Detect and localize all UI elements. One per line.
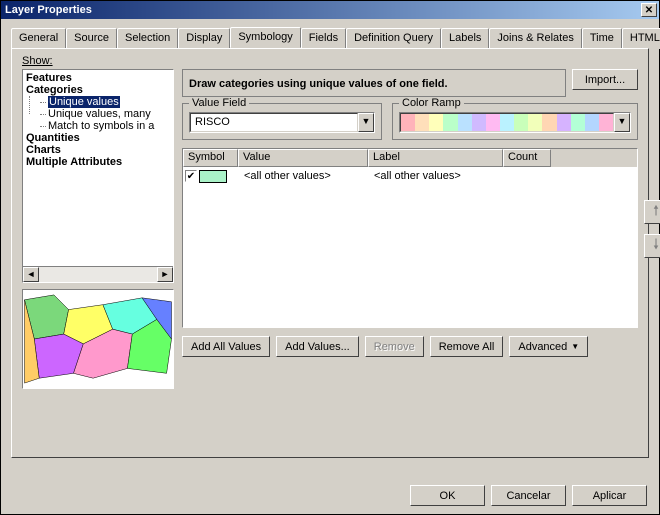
move-up-button[interactable]: 🠕 [644, 200, 660, 224]
tab-fields[interactable]: Fields [301, 28, 346, 49]
remove-button: Remove [365, 336, 424, 357]
description-text: Draw categories using unique values of o… [189, 78, 448, 90]
tab-joins-relates[interactable]: Joins & Relates [489, 28, 581, 49]
color-ramp-group: Color Ramp ▼ [392, 103, 638, 140]
add-all-values-button[interactable]: Add All Values [182, 336, 270, 357]
value-field-dropdown[interactable]: RISCO ▼ [189, 112, 375, 133]
cancel-button[interactable]: Cancelar [491, 485, 566, 506]
tab-definition-query[interactable]: Definition Query [346, 28, 441, 49]
row-symbol-swatch[interactable] [199, 170, 227, 183]
tab-symbology[interactable]: Symbology [230, 27, 300, 48]
window-title: Layer Properties [5, 4, 92, 16]
value-field-group: Value Field RISCO ▼ [182, 103, 382, 140]
show-list-hscroll[interactable]: ◄ ► [23, 266, 173, 282]
chevron-down-icon: ▼ [571, 342, 579, 351]
description-box: Draw categories using unique values of o… [182, 69, 566, 97]
show-match-symbols[interactable]: Match to symbols in a [37, 120, 173, 132]
scroll-left[interactable]: ◄ [23, 267, 39, 282]
tab-strip: General Source Selection Display Symbolo… [11, 27, 649, 49]
show-categories[interactable]: Categories [23, 84, 173, 96]
show-quantities[interactable]: Quantities [23, 132, 173, 144]
grid-row[interactable]: ✔ <all other values> <all other values> [183, 167, 637, 185]
scroll-right[interactable]: ► [157, 267, 173, 282]
color-ramp-legend: Color Ramp [399, 97, 464, 109]
remove-all-button[interactable]: Remove All [430, 336, 504, 357]
color-ramp-caret[interactable]: ▼ [614, 113, 630, 132]
show-charts[interactable]: Charts [23, 144, 173, 156]
symbology-panel: Show: Features Categories Unique values … [11, 48, 649, 458]
show-features[interactable]: Features [23, 72, 173, 84]
row-label[interactable]: <all other values> [370, 170, 505, 182]
show-multiple-attributes[interactable]: Multiple Attributes [23, 156, 173, 168]
color-ramp-preview [400, 113, 614, 132]
value-field-caret[interactable]: ▼ [358, 113, 374, 132]
row-value[interactable]: <all other values> [240, 170, 370, 182]
ok-button[interactable]: OK [410, 485, 485, 506]
tab-source[interactable]: Source [66, 28, 117, 49]
tab-selection[interactable]: Selection [117, 28, 178, 49]
tab-html-popup[interactable]: HTML Popup [622, 28, 660, 49]
value-field-legend: Value Field [189, 97, 249, 109]
layer-properties-window: Layer Properties ✕ General Source Select… [0, 0, 660, 515]
close-button[interactable]: ✕ [641, 3, 657, 17]
advanced-button[interactable]: Advanced ▼ [509, 336, 588, 357]
show-label: Show: [22, 55, 638, 67]
move-down-button[interactable]: 🠗 [644, 234, 660, 258]
value-field-value: RISCO [190, 113, 358, 132]
categories-grid[interactable]: Symbol Value Label Count ✔ <all oth [182, 148, 638, 328]
add-values-button[interactable]: Add Values... [276, 336, 359, 357]
grid-header-symbol[interactable]: Symbol [183, 149, 238, 167]
grid-header-label[interactable]: Label [368, 149, 503, 167]
tab-labels[interactable]: Labels [441, 28, 489, 49]
tab-time[interactable]: Time [582, 28, 622, 49]
grid-header-value[interactable]: Value [238, 149, 368, 167]
tab-display[interactable]: Display [178, 28, 230, 49]
show-list[interactable]: Features Categories Unique values Unique… [22, 69, 174, 283]
row-checkbox[interactable]: ✔ [185, 170, 197, 182]
tab-general[interactable]: General [11, 28, 66, 49]
show-unique-values[interactable]: Unique values [37, 96, 173, 108]
grid-header-count[interactable]: Count [503, 149, 551, 167]
symbology-preview [22, 289, 174, 389]
color-ramp-dropdown[interactable]: ▼ [399, 112, 631, 133]
show-unique-values-many[interactable]: Unique values, many [37, 108, 173, 120]
titlebar: Layer Properties ✕ [1, 1, 659, 19]
import-button[interactable]: Import... [572, 69, 638, 90]
apply-button[interactable]: Aplicar [572, 485, 647, 506]
